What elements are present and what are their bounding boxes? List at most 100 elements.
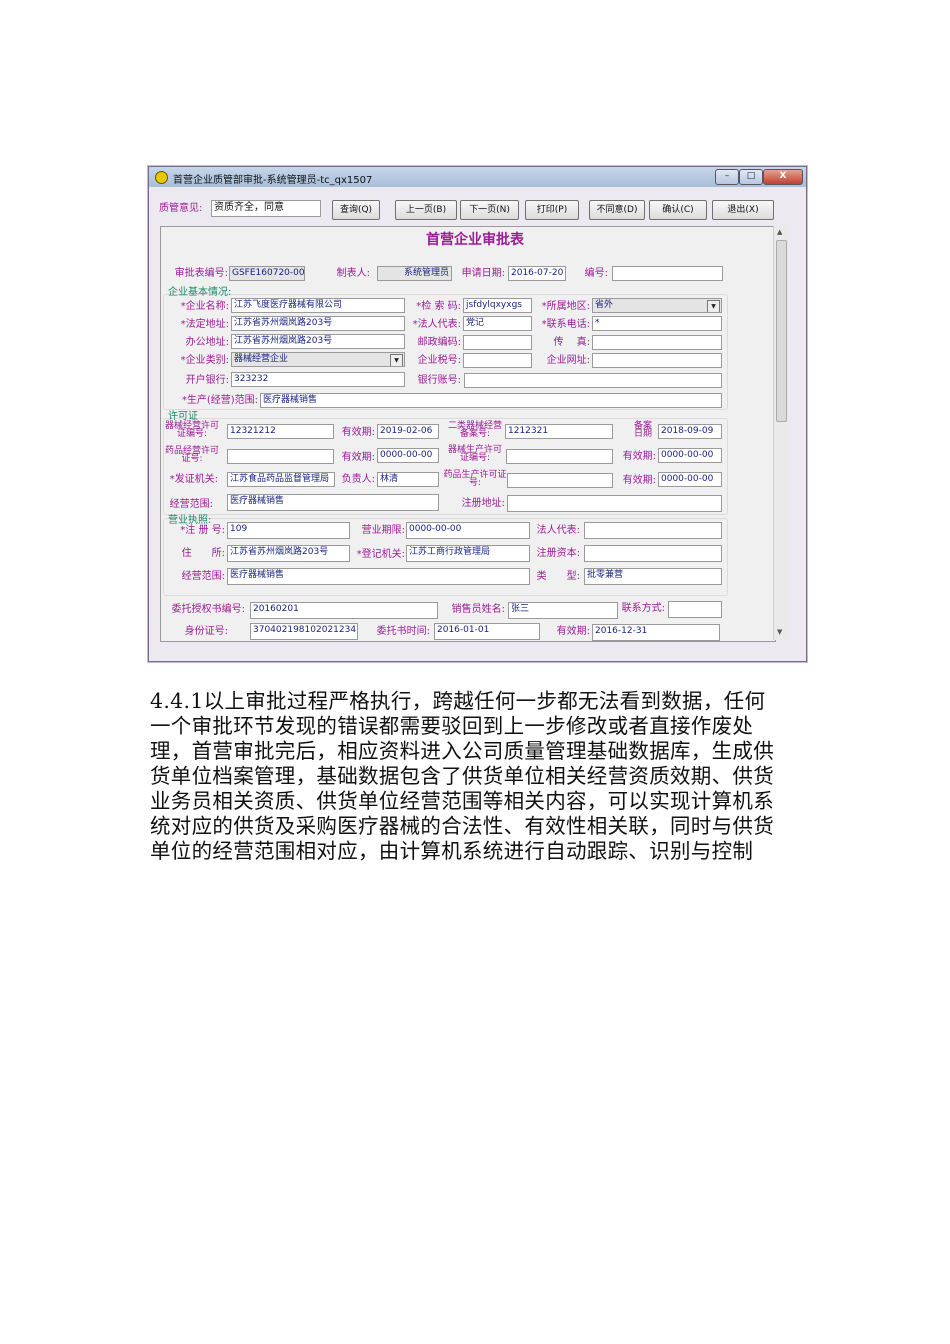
authority-field[interactable]: 江苏工商行政管理局	[406, 545, 530, 562]
device-valid-field[interactable]: 2019-02-06	[377, 424, 439, 439]
reg-address-label: 注册地址:	[461, 498, 505, 509]
drug-valid-field[interactable]: 0000-00-00	[377, 448, 439, 463]
issuer-label: *发证机关:	[169, 474, 218, 485]
maker-field[interactable]: 系统管理员	[377, 266, 452, 281]
device-production-valid-field[interactable]: 0000-00-00	[658, 448, 722, 463]
drug-production-field[interactable]	[507, 473, 613, 488]
disagree-button[interactable]: 不同意(D)	[589, 200, 645, 220]
prev-page-button[interactable]: 上一页(B)	[395, 200, 457, 220]
minimize-button[interactable]: –	[715, 169, 739, 185]
website-field[interactable]	[592, 353, 722, 368]
domicile-label: 住 所:	[181, 548, 225, 559]
contact-field[interactable]	[668, 601, 722, 618]
query-button[interactable]: 查询(Q)	[332, 200, 380, 220]
auth-no-label: 委托授权书编号:	[171, 604, 245, 615]
next-page-button[interactable]: 下一页(N)	[460, 200, 519, 220]
chevron-down-icon[interactable]: ▼	[707, 300, 720, 312]
region-select[interactable]: 省外 ▼	[592, 298, 722, 313]
responsible-label: 负责人:	[341, 474, 375, 485]
code-field[interactable]	[612, 266, 723, 281]
opinion-input[interactable]: 资质齐全，同意	[211, 200, 321, 217]
license-scope-label: 经营范围:	[169, 499, 213, 510]
zip-field[interactable]	[463, 335, 532, 350]
apply-date-label: 申请日期:	[461, 268, 505, 279]
bank-label: 开户银行:	[185, 375, 229, 386]
website-label: 企业网址:	[546, 355, 590, 366]
approval-no-field[interactable]: GSFE160720-001A	[229, 266, 305, 281]
chevron-down-icon[interactable]: ▼	[390, 354, 403, 366]
capital-label: 注册资本:	[536, 548, 580, 559]
confirm-button[interactable]: 确认(C)	[649, 200, 707, 220]
title-bar: 首营企业质管部审批-系统管理员-tc_qx1507 – □ X	[149, 167, 806, 187]
legal-rep-field[interactable]: 党记	[463, 316, 532, 331]
record-date-field[interactable]: 2018-09-09	[658, 424, 722, 439]
reg-no-field[interactable]: 109	[227, 522, 350, 539]
drug-valid-label: 有效期:	[341, 452, 375, 463]
biz-scope-field[interactable]: 医疗器械销售	[227, 568, 530, 585]
drug-production-valid-label: 有效期:	[622, 475, 656, 486]
auth-date-label: 委托书时间:	[376, 626, 430, 637]
scroll-down-icon[interactable]: ▼	[777, 628, 782, 636]
vertical-scrollbar[interactable]: ▲ ▼	[773, 226, 788, 640]
opinion-label: 质管意见:	[159, 203, 203, 214]
agent-valid-field[interactable]: 2016-12-31	[592, 624, 720, 641]
biz-rep-label: 法人代表:	[536, 525, 580, 536]
print-button[interactable]: 打印(P)	[525, 200, 579, 220]
form-heading: 首营企业审批表	[426, 232, 524, 248]
office-address-label: 办公地址:	[185, 337, 229, 348]
exit-button[interactable]: 退出(X)	[712, 200, 774, 220]
bank-field[interactable]: 323232	[231, 372, 405, 387]
agent-valid-label: 有效期:	[556, 626, 590, 637]
legal-address-label: *法定地址:	[180, 319, 229, 330]
paragraph-line: 统对应的供货及采购医疗器械的合法性、有效性相关联，同时与供货	[150, 814, 774, 838]
apply-date-field[interactable]: 2016-07-20	[508, 266, 566, 281]
drug-license-label: 药品经营许可证号:	[164, 446, 219, 464]
fax-field[interactable]	[592, 335, 722, 350]
capital-field[interactable]	[584, 545, 722, 562]
license-scope-field[interactable]: 医疗器械销售	[227, 494, 439, 511]
tax-no-label: 企业税号:	[417, 355, 461, 366]
drug-license-field[interactable]	[227, 449, 334, 464]
auth-no-field[interactable]: 20160201	[250, 602, 438, 619]
scope-field[interactable]: 医疗器械销售	[260, 393, 722, 408]
term-field[interactable]: 0000-00-00	[406, 522, 530, 539]
device-production-label: 器械生产许可证编号:	[447, 445, 502, 463]
maximize-button[interactable]: □	[739, 169, 763, 185]
maker-label: 制表人:	[336, 268, 370, 279]
class2-record-field[interactable]: 1212321	[505, 424, 613, 439]
auth-date-field[interactable]: 2016-01-01	[434, 623, 540, 640]
scope-label: *生产(经营)范围:	[181, 395, 258, 406]
close-button[interactable]: X	[763, 169, 803, 185]
legal-rep-label: *法人代表:	[412, 319, 461, 330]
company-name-label: *企业名称:	[180, 301, 229, 312]
drug-production-valid-field[interactable]: 0000-00-00	[658, 472, 722, 487]
account-field[interactable]	[464, 373, 722, 388]
issuer-field[interactable]: 江苏食品药品监督管理局	[227, 472, 335, 487]
tax-no-field[interactable]	[463, 353, 532, 368]
app-icon	[155, 171, 168, 184]
biz-type-field[interactable]: 批零兼营	[584, 568, 722, 585]
seller-label: 销售员姓名:	[451, 604, 505, 615]
reg-address-field[interactable]	[507, 495, 722, 512]
authority-label: *登记机关:	[356, 549, 405, 560]
company-name-field[interactable]: 江苏飞度医疗器械有限公司	[231, 298, 405, 313]
record-date-label: 备案日期	[633, 421, 652, 439]
search-code-field[interactable]: jsfdylqxyxgs	[463, 298, 532, 313]
device-production-field[interactable]	[506, 449, 613, 464]
legal-address-field[interactable]: 江苏省苏州烟岚路203号	[231, 316, 405, 331]
drug-production-label: 药品生产许可证号:	[443, 470, 507, 488]
seller-field[interactable]: 张三	[508, 602, 618, 619]
id-no-field[interactable]: 370402198102021234	[250, 623, 358, 640]
domicile-field[interactable]: 江苏省苏州烟岚路203号	[227, 545, 350, 562]
basic-info-title: 企业基本情况:	[168, 287, 232, 298]
biz-scope-label: 经营范围:	[181, 571, 225, 582]
office-address-field[interactable]: 江苏省苏州烟岚路203号	[231, 334, 405, 349]
phone-field[interactable]: *	[592, 316, 722, 331]
biz-rep-field[interactable]	[584, 522, 722, 539]
device-license-field[interactable]: 12321212	[227, 424, 334, 439]
responsible-field[interactable]: 林清	[377, 472, 439, 487]
company-type-select[interactable]: 器械经营企业 ▼	[231, 352, 405, 367]
search-code-label: *检 索 码:	[416, 301, 461, 312]
device-license-label: 器械经营许可证编号:	[164, 421, 219, 439]
scroll-thumb[interactable]	[776, 240, 787, 422]
